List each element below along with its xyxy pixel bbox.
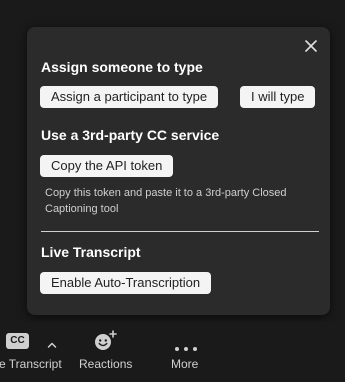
toolbar-item-more[interactable]: More [164,322,208,382]
third-party-section-title: Use a 3rd-party CC service [41,127,220,143]
toolbar-label-reactions: Reactions [79,357,133,371]
toolbar-item-reactions[interactable]: Reactions [76,322,136,382]
divider [41,231,319,232]
cc-icon: CC [6,333,29,349]
toolbar-item-live-transcript[interactable]: CC e Transcript [0,322,64,382]
meeting-screen: Assign someone to type Assign a particip… [0,0,345,382]
toolbar-label-transcript: e Transcript [0,357,62,371]
assign-participant-button[interactable]: Assign a participant to type [40,86,219,108]
close-icon[interactable] [304,39,318,53]
i-will-type-button[interactable]: I will type [240,86,316,108]
copy-api-token-button[interactable]: Copy the API token [40,155,174,177]
reactions-icon [93,330,119,352]
more-icon [174,339,198,351]
api-token-helper-text: Copy this token and paste it to a 3rd-pa… [45,187,287,215]
enable-auto-transcription-button[interactable]: Enable Auto-Transcription [40,272,212,294]
assign-section-title: Assign someone to type [41,59,203,75]
live-transcript-section-title: Live Transcript [41,244,141,260]
meeting-toolbar: CC e Transcript Reactions More [0,322,345,382]
closed-caption-popup: Assign someone to type Assign a particip… [27,27,330,315]
toolbar-label-more: More [171,357,199,371]
chevron-up-icon[interactable] [47,336,57,348]
